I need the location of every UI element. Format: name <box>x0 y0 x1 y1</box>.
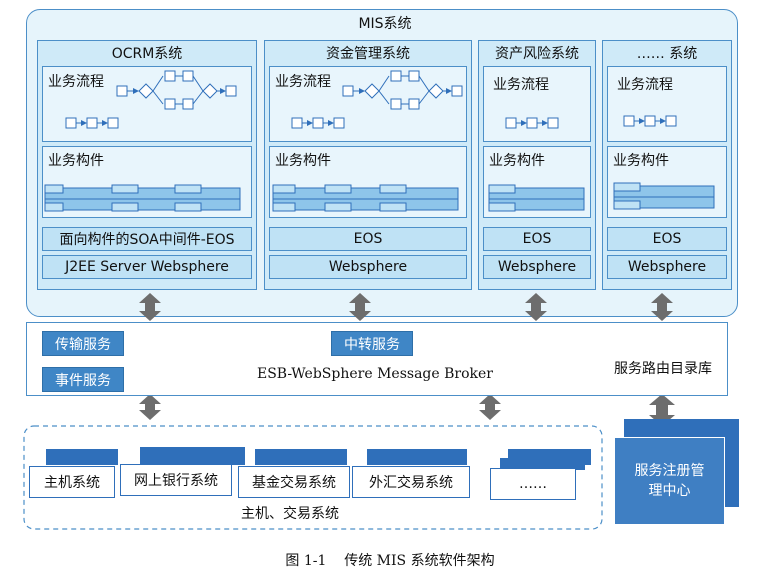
event-service: 事件服务 <box>42 367 124 392</box>
figure-caption: 图 1-1 传统 MIS 系统软件架构 <box>285 553 495 569</box>
host-backdrop-4 <box>367 449 467 465</box>
host-backdrop-2 <box>140 447 245 465</box>
registry-center: 服务注册管理中心 <box>614 437 725 525</box>
transport-service: 传输服务 <box>42 331 124 356</box>
relay-service: 中转服务 <box>331 331 413 356</box>
host-system-ebank: 网上银行系统 <box>120 464 232 496</box>
host-system-more: …… <box>490 468 576 500</box>
esb-title: ESB-WebSphere Message Broker <box>256 366 493 382</box>
registry-label: 服务注册管理中心 <box>634 463 705 499</box>
host-system-main: 主机系统 <box>29 466 115 498</box>
other-flow-diagram <box>623 115 677 127</box>
host-system-fund: 基金交易系统 <box>238 466 350 498</box>
risk-flow-diagram <box>505 117 559 129</box>
fund-flow-diagram <box>291 70 463 129</box>
host-group-label: 主机、交易系统 <box>241 506 339 522</box>
ocrm-flow-diagram <box>65 70 237 129</box>
host-system-forex: 外汇交易系统 <box>352 466 470 498</box>
host-backdrop-3 <box>255 449 347 465</box>
routing-directory: 服务路由目录库 <box>614 361 712 377</box>
component-blocks <box>44 182 715 212</box>
host-backdrop-1 <box>46 449 118 465</box>
